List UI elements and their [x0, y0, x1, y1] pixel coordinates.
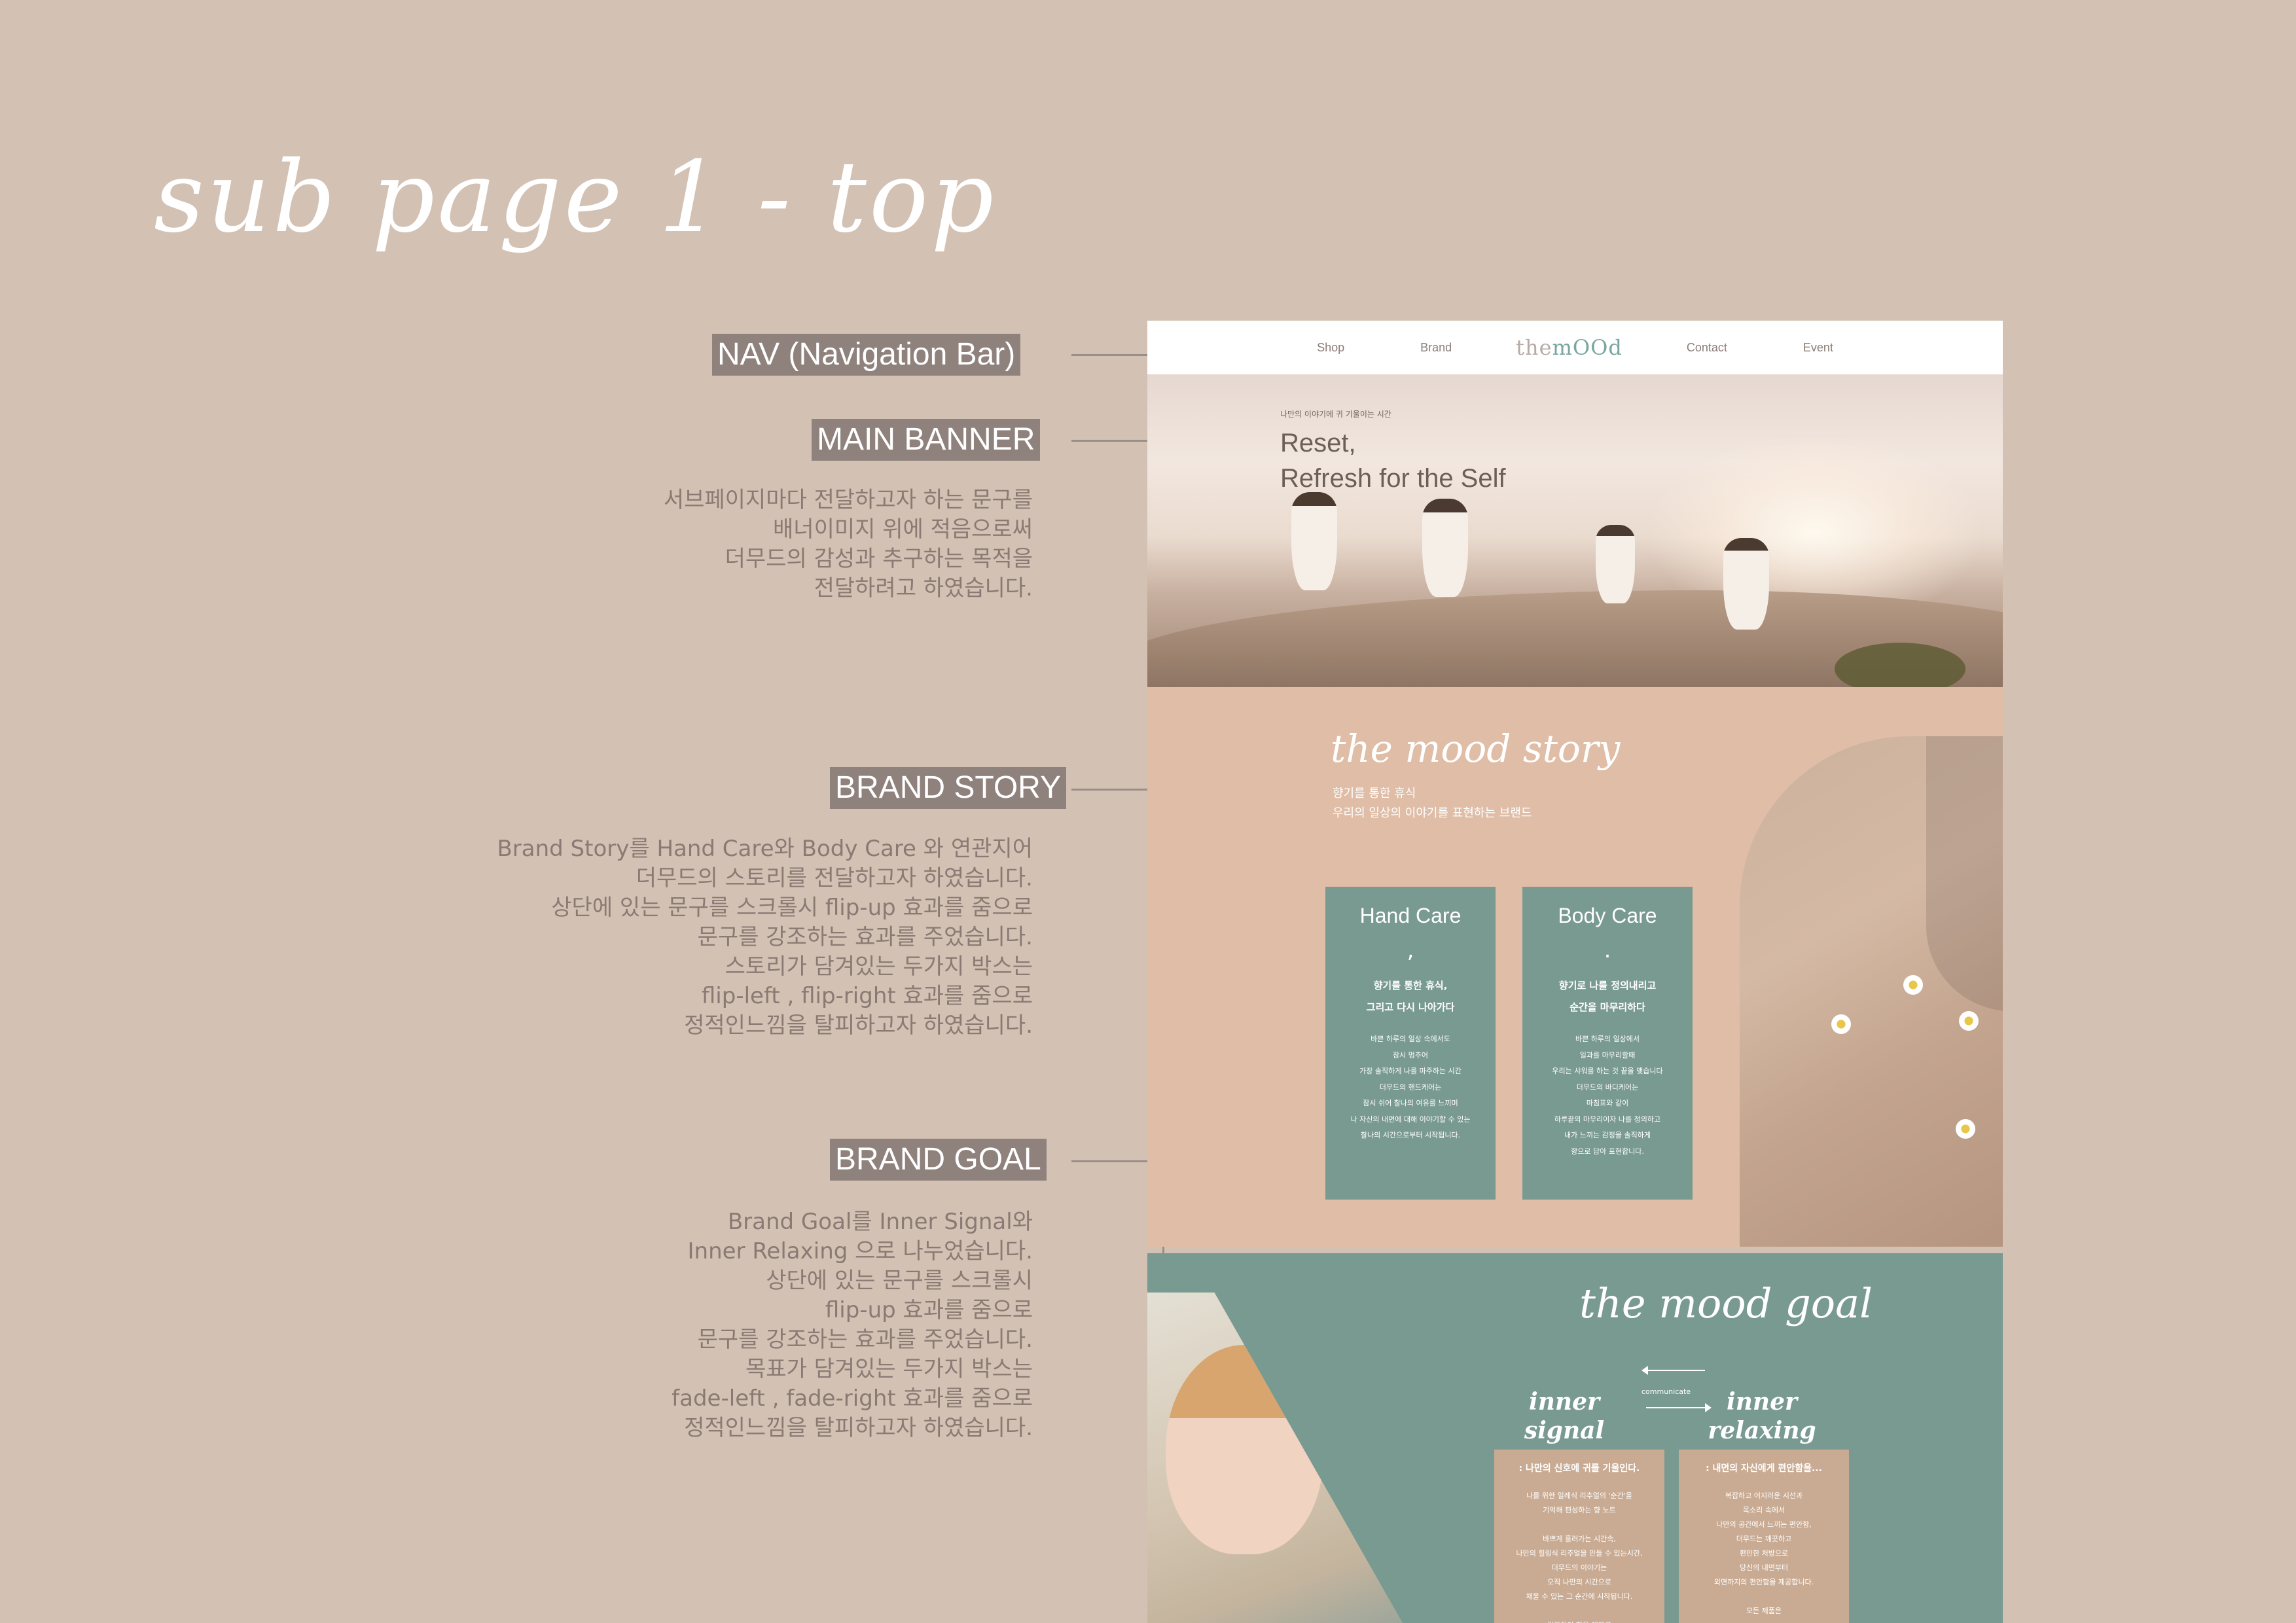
nav-item-contact[interactable]: Contact	[1687, 341, 1727, 355]
main-banner: 나만의 이야기에 귀 기울이는 시간 Reset, Refresh for th…	[1147, 374, 2003, 687]
inner-relaxing-box: : 내면의 자신에게 편안함을... 복잡하고 어지러운 시선과 목소리 속에서…	[1679, 1450, 1849, 1623]
arrow-left-icon	[1641, 1366, 1648, 1375]
nav-item-shop[interactable]: Shop	[1317, 341, 1344, 355]
inner-signal-body: 나를 위한 일례식 리추얼의 '순간'을 기억해 편성하는 향 노트 바쁘게 흘…	[1516, 1491, 1643, 1623]
flower-icon	[1831, 1014, 1851, 1034]
communicate-label: communicate	[1641, 1387, 1691, 1396]
banner-small-text: 나만의 이야기에 귀 기울이는 시간	[1280, 410, 1391, 419]
main-banner-annotation-label: MAIN BANNER	[812, 419, 1041, 461]
story-subtitle: 향기를 통한 휴식 우리의 일상의 이야기를 표현하는 브랜드	[1333, 787, 1532, 820]
banner-figure	[1723, 538, 1769, 630]
arrow-right-line	[1646, 1407, 1705, 1408]
inner-relaxing-heading: : 내면의 자신에게 편안함을...	[1706, 1463, 1822, 1474]
banner-figure	[1291, 492, 1337, 590]
body-care-heading: 향기로 나를 정의내리고 순간을 마무리하다	[1558, 980, 1657, 1013]
nav-annotation-label: NAV (Navigation Bar)	[712, 334, 1021, 376]
inner-signal-heading: : 나만의 신호에 귀를 기울인다.	[1518, 1463, 1640, 1474]
nav-item-brand[interactable]: Brand	[1420, 341, 1452, 355]
page-title: sub page 1 - top	[154, 141, 997, 255]
mockup-nav-bar: Shop Brand themOOd Contact Event	[1147, 321, 2003, 374]
brand-story-section: the mood story 향기를 통한 휴식 우리의 일상의 이야기를 표현…	[1147, 687, 2003, 1247]
nav-item-event[interactable]: Event	[1803, 341, 1833, 355]
arrow-right-icon	[1705, 1403, 1712, 1412]
nav-logo-prefix: the	[1516, 335, 1552, 360]
nav-logo[interactable]: themOOd	[1516, 335, 1623, 360]
hand-care-box: Hand Care , 향기를 통한 휴식, 그리고 다시 나아가다 바쁜 하루…	[1325, 887, 1496, 1200]
flower-icon	[1956, 1119, 1975, 1139]
flower-icon	[1903, 975, 1923, 995]
inner-signal-label: inner signal	[1524, 1388, 1605, 1444]
goal-title: the mood goal	[1579, 1279, 1873, 1327]
brand-goal-description: Brand Goal를 Inner Signal와 Inner Relaxing…	[672, 1209, 1033, 1441]
main-banner-description: 서브페이지마다 전달하고자 하는 문구를 배너이미지 위에 적음으로써 더무드의…	[663, 487, 1033, 601]
goal-portrait-figure	[1166, 1345, 1323, 1554]
period-mark: .	[1604, 937, 1611, 963]
inner-signal-box: : 나만의 신호에 귀를 기울인다. 나를 위한 일례식 리추얼의 '순간'을 …	[1494, 1450, 1664, 1623]
body-care-title: Body Care	[1558, 904, 1657, 927]
brand-goal-section: the mood goal inner signal inner relaxin…	[1147, 1253, 2003, 1623]
comma-mark: ,	[1407, 937, 1414, 963]
story-title: the mood story	[1331, 726, 1621, 771]
banner-figure	[1596, 525, 1635, 603]
nav-logo-main: mOOd	[1552, 335, 1623, 360]
hand-care-title: Hand Care	[1359, 904, 1462, 927]
arrow-left-line	[1646, 1370, 1705, 1371]
website-mockup: Shop Brand themOOd Contact Event 나만의 이야기…	[1147, 321, 2003, 1623]
banner-title: Reset, Refresh for the Self	[1280, 429, 1506, 493]
banner-figure	[1422, 499, 1468, 597]
body-care-box: Body Care . 향기로 나를 정의내리고 순간을 마무리하다 바쁜 하루…	[1522, 887, 1693, 1200]
flower-icon	[1959, 1011, 1979, 1031]
inner-relaxing-label: inner relaxing	[1708, 1388, 1816, 1444]
brand-goal-annotation-label: BRAND GOAL	[830, 1139, 1047, 1181]
body-care-body: 바쁜 하루의 일상에서 일과를 마무리할때 우리는 샤워를 하는 것 끝을 맺습…	[1552, 1035, 1663, 1156]
brand-story-annotation-label: BRAND STORY	[830, 767, 1066, 809]
hand-care-heading: 향기를 통한 휴식, 그리고 다시 나아가다	[1366, 980, 1455, 1013]
inner-relaxing-body: 복잡하고 어지러운 시선과 목소리 속에서 나만의 공간에서 느끼는 편안함, …	[1713, 1491, 1814, 1615]
hand-care-body: 바쁜 하루의 일상 속에서도 잠시 멈추어 가장 솔직하게 나를 마주하는 시간…	[1350, 1035, 1471, 1139]
goal-portrait-photo	[1147, 1293, 1416, 1623]
brand-story-description: Brand Story를 Hand Care와 Body Care 와 연관지어…	[497, 836, 1033, 1039]
